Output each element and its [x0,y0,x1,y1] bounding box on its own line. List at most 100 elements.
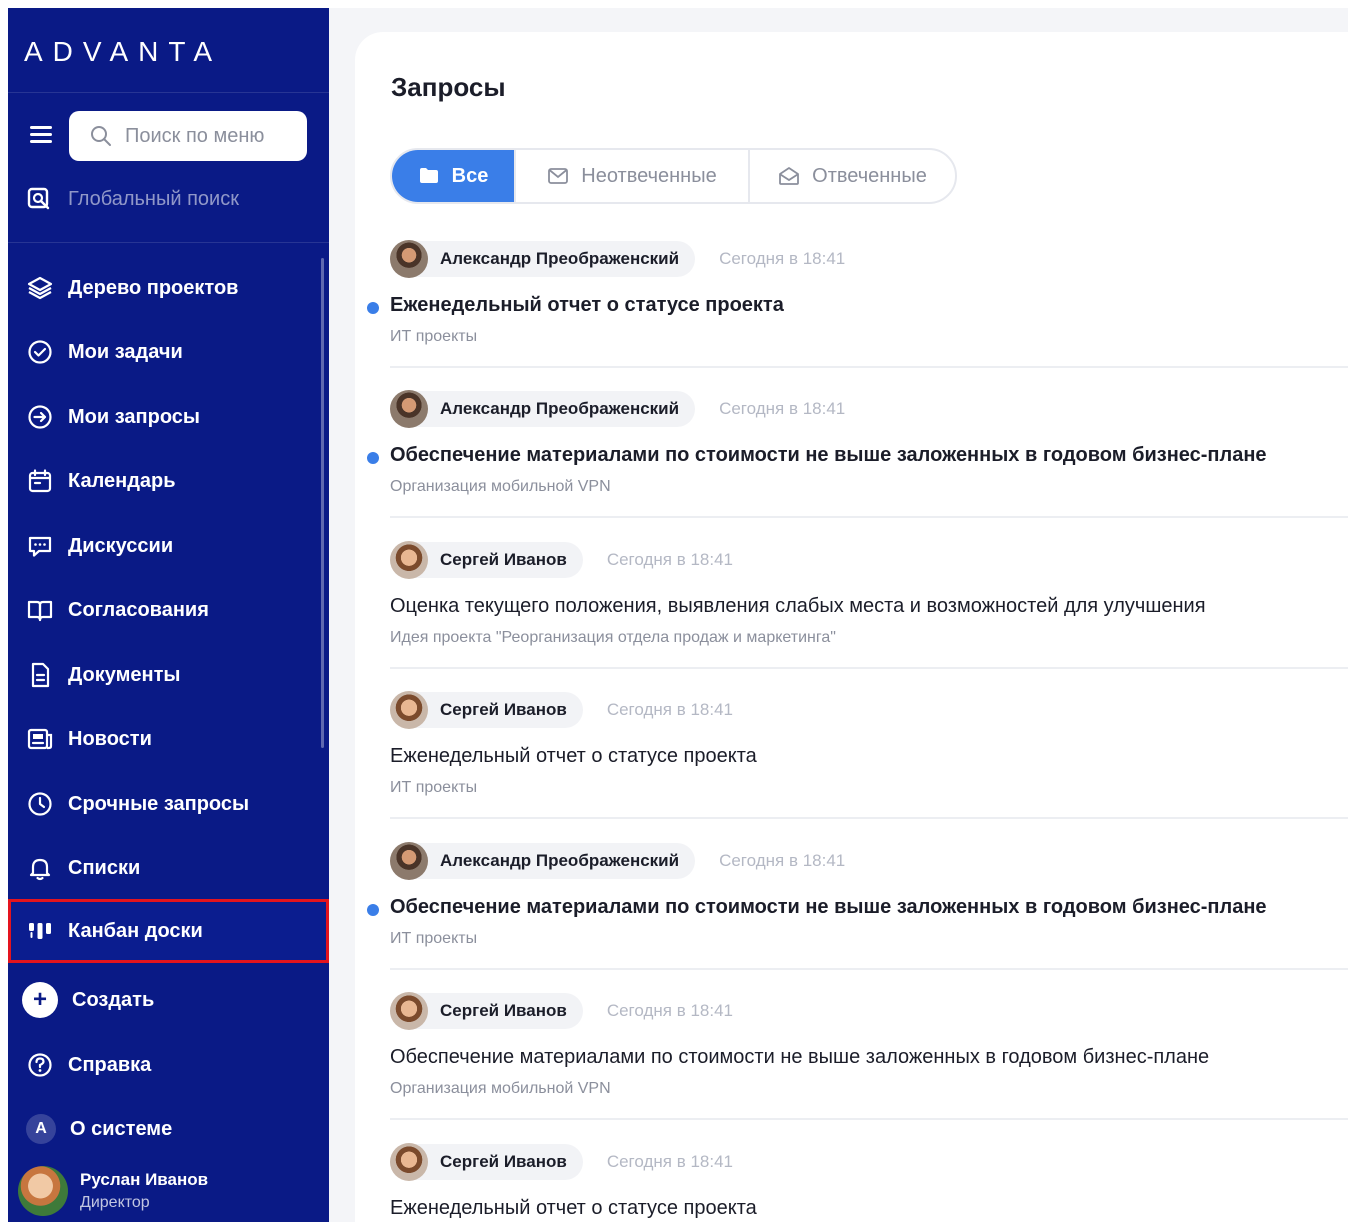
sidebar-item-documents[interactable]: Документы [8,643,329,707]
unread-indicator [367,302,379,314]
request-meta: Александр Преображенский Сегодня в 18:41 [390,842,845,880]
request-item[interactable]: Сергей Иванов Сегодня в 18:41 Еженедельн… [365,1143,1348,1222]
request-time: Сегодня в 18:41 [606,550,733,569]
avatar [390,390,428,428]
sidebar-item-label: Срочные запросы [68,792,250,815]
request-title[interactable]: Обеспечение материалами по стоимости не … [390,444,1267,467]
avatar [390,842,428,880]
about-label: О системе [70,1117,173,1140]
author-chip[interactable]: Сергей Иванов [390,992,583,1030]
avatar [390,691,428,729]
arrow-circle-icon [28,405,52,429]
sidebar-item-news[interactable]: Новости [8,707,329,771]
author-chip[interactable]: Сергей Иванов [390,691,583,729]
author-name: Александр Преображенский [440,249,680,268]
sidebar-item-approvals[interactable]: Согласования [8,578,329,642]
news-icon [27,728,53,750]
global-search-label: Глобальный поиск [68,187,239,210]
request-meta: Сергей Иванов Сегодня в 18:41 [390,691,733,729]
mail-icon [548,168,569,184]
request-project: ИТ проекты [390,930,478,947]
create-button[interactable]: + Создать [8,968,329,1032]
brand-logo[interactable]: ADVANTA [24,36,222,68]
tab-label: Неотвеченные [581,164,717,187]
avatar [390,541,428,579]
author-chip[interactable]: Сергей Иванов [390,541,583,579]
sidebar-item-kanban-boards[interactable]: Канбан доски [8,899,329,963]
sidebar-item-urgent-requests[interactable]: Срочные запросы [8,772,329,836]
avatar [18,1166,68,1216]
request-item[interactable]: Александр Преображенский Сегодня в 18:41… [365,390,1348,541]
book-icon [27,600,53,622]
sidebar-item-label: Канбан доски [68,919,203,942]
sidebar: ADVANTA Поиск по меню Глобальный поиск Д… [8,8,329,1222]
request-title[interactable]: Еженедельный отчет о статусе проекта [390,1197,757,1220]
sidebar-divider [8,242,329,243]
tab-all[interactable]: Все [392,150,516,202]
request-title[interactable]: Обеспечение материалами по стоимости не … [390,896,1267,919]
kanban-icon [29,923,51,939]
author-name: Сергей Иванов [440,550,567,569]
request-title[interactable]: Оценка текущего положения, выявления сла… [390,595,1206,618]
request-item[interactable]: Александр Преображенский Сегодня в 18:41… [365,842,1348,993]
sidebar-item-label: Согласования [68,598,209,621]
row-divider [390,366,1348,368]
tab-label: Все [451,164,489,187]
sidebar-item-label: Календарь [68,469,176,492]
sidebar-divider [8,92,329,93]
sidebar-item-help[interactable]: Справка [8,1033,329,1097]
row-divider [390,817,1348,819]
author-name: Сергей Иванов [440,700,567,719]
request-time: Сегодня в 18:41 [719,851,846,870]
author-chip[interactable]: Александр Преображенский [390,842,696,880]
request-title[interactable]: Еженедельный отчет о статусе проекта [390,745,757,768]
app-window: ADVANTA Поиск по меню Глобальный поиск Д… [0,0,1348,1222]
menu-icon[interactable] [30,126,52,144]
avatar [390,240,428,278]
sidebar-item-label: Дискуссии [68,534,174,557]
help-icon [28,1053,52,1077]
author-chip[interactable]: Александр Преображенский [390,240,696,278]
menu-search-input[interactable]: Поиск по меню [69,111,307,161]
request-title[interactable]: Обеспечение материалами по стоимости не … [390,1046,1209,1069]
request-item[interactable]: Александр Преображенский Сегодня в 18:41… [365,240,1348,391]
row-divider [390,1118,1348,1120]
request-meta: Сергей Иванов Сегодня в 18:41 [390,541,733,579]
sidebar-item-calendar[interactable]: Календарь [8,449,329,513]
author-chip[interactable]: Александр Преображенский [390,390,696,428]
sidebar-item-label: Мои задачи [68,340,183,363]
user-role: Директор [80,1194,150,1211]
sidebar-item-project-tree[interactable]: Дерево проектов [8,256,329,320]
sidebar-item-label: Новости [68,727,152,750]
request-item[interactable]: Сергей Иванов Сегодня в 18:41 Обеспечени… [365,992,1348,1143]
calendar-icon [28,469,52,493]
user-profile[interactable]: Руслан Иванов Директор [18,1166,208,1216]
create-label: Создать [72,988,155,1011]
tab-answered[interactable]: Отвеченные [750,150,955,202]
request-time: Сегодня в 18:41 [606,1001,733,1020]
request-meta: Александр Преображенский Сегодня в 18:41 [390,240,845,278]
sidebar-item-lists[interactable]: Списки [8,836,329,900]
check-circle-icon [28,340,52,364]
sidebar-item-label: Дерево проектов [68,276,239,299]
plus-icon: + [22,982,58,1018]
bell-icon [29,858,51,881]
request-item[interactable]: Сергей Иванов Сегодня в 18:41 Еженедельн… [365,691,1348,842]
avatar [390,992,428,1030]
search-placeholder: Поиск по меню [125,124,265,147]
sidebar-item-about[interactable]: A О системе [8,1097,329,1161]
layers-icon [27,276,53,300]
sidebar-item-my-tasks[interactable]: Мои задачи [8,320,329,384]
request-item[interactable]: Сергей Иванов Сегодня в 18:41 Оценка тек… [365,541,1348,692]
sidebar-item-my-requests[interactable]: Мои запросы [8,385,329,449]
global-search-link[interactable]: Глобальный поиск [26,186,239,212]
folder-icon [419,168,438,183]
tab-unanswered[interactable]: Неотвеченные [516,150,750,202]
mail-open-icon [779,167,800,185]
author-name: Сергей Иванов [440,1001,567,1020]
author-chip[interactable]: Сергей Иванов [390,1143,583,1181]
request-title[interactable]: Еженедельный отчет о статусе проекта [390,294,784,317]
request-time: Сегодня в 18:41 [719,249,846,268]
sidebar-item-discussions[interactable]: Дискуссии [8,514,329,578]
sidebar-item-label: Мои запросы [68,405,200,428]
